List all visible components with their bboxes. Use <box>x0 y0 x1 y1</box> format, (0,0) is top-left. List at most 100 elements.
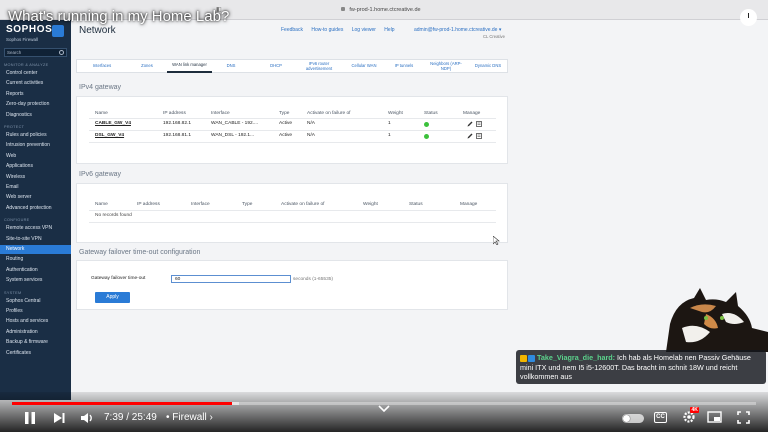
sidebar-item-site-to-site-vpn[interactable]: Site-to-site VPN <box>0 235 71 244</box>
tab-ipv6-router-advertisement[interactable]: IPv6 router advertisement <box>299 60 339 73</box>
sidebar-search-input[interactable]: Search <box>4 48 67 57</box>
tab-wan-link-manager[interactable]: WAN link manager <box>167 60 212 73</box>
edit-icon[interactable] <box>467 133 473 139</box>
next-icon[interactable] <box>52 411 66 425</box>
search-placeholder: Search <box>7 50 22 55</box>
empty-records: No records found <box>95 213 132 218</box>
sidebar-item-current-activities[interactable]: Current activities <box>0 79 71 88</box>
cell-weight: 1 <box>388 121 391 126</box>
sidebar-item-rules-and-policies[interactable]: Rules and policies <box>0 131 71 140</box>
tab-dns[interactable]: DNS <box>217 60 245 73</box>
sidebar-item-administration[interactable]: Administration <box>0 328 71 337</box>
autoplay-toggle[interactable] <box>622 414 644 423</box>
sidebar-item-wireless[interactable]: Wireless <box>0 173 71 182</box>
column-header[interactable]: Manage <box>463 111 480 116</box>
help-link[interactable]: Help <box>384 27 394 33</box>
sidebar-item-web-server[interactable]: Web server <box>0 193 71 202</box>
column-header[interactable]: Name <box>95 111 108 116</box>
chapter-title[interactable]: • Firewall › <box>166 412 213 423</box>
sidebar-item-certificates[interactable]: Certificates <box>0 349 71 358</box>
sidebar-item-profiles[interactable]: Profiles <box>0 307 71 316</box>
sidebar-item-remote-access-vpn[interactable]: Remote access VPN <box>0 224 71 233</box>
ipv6-gateway-panel: No records found Name IP address Interface… <box>76 183 508 243</box>
sidebar-item-intrusion-prevention[interactable]: Intrusion prevention <box>0 141 71 150</box>
sidebar-item-network[interactable]: Network <box>0 245 71 254</box>
video-title[interactable]: What's running in my Home Lab? <box>8 8 229 25</box>
sidebar: SOPHOS Sophos Firewall Search MONITOR & … <box>0 20 71 400</box>
fullscreen-icon[interactable] <box>737 411 750 424</box>
cell-ip: 192.168.82.1 <box>163 121 192 126</box>
cell-name[interactable]: CABLE_GW_V4 <box>95 121 131 126</box>
cell-name[interactable]: DSL_GW_V4 <box>95 133 124 138</box>
column-header[interactable]: Type <box>279 111 289 116</box>
tab-interfaces[interactable]: Interfaces <box>82 60 122 73</box>
column-header[interactable]: Name <box>95 202 108 207</box>
pause-icon[interactable] <box>22 410 38 426</box>
sidebar-item-email[interactable]: Email <box>0 183 71 192</box>
column-header[interactable]: Weight <box>388 111 403 116</box>
watch-later-icon[interactable] <box>740 9 757 26</box>
verified-badge-icon <box>528 354 535 362</box>
tab-dhcp[interactable]: DHCP <box>262 60 290 73</box>
sidebar-item-zero-day-protection[interactable]: Zero-day protection <box>0 100 71 109</box>
sidebar-item-routing[interactable]: Routing <box>0 255 71 264</box>
player-controls: 7:39 / 25:49 • Firewall › CC 4K <box>0 392 768 432</box>
row-divider <box>89 222 496 223</box>
sidebar-item-sophos-central[interactable]: Sophos Central <box>0 297 71 306</box>
column-header[interactable]: Weight <box>363 202 378 207</box>
page-title: Network <box>79 25 116 36</box>
sidebar-item-authentication[interactable]: Authentication <box>0 266 71 275</box>
column-header[interactable]: Manage <box>460 202 477 207</box>
subtitles-icon[interactable]: CC <box>654 412 667 423</box>
chat-username: Take_Viagra_die_hard: <box>537 353 616 362</box>
column-header[interactable]: Activate on failure of <box>307 111 350 116</box>
details-icon[interactable] <box>476 133 482 139</box>
log-viewer-link[interactable]: Log viewer <box>352 27 376 33</box>
quality-badge: 4K <box>690 407 700 413</box>
user-menu[interactable]: admin@fw-prod-1.home.ctcreative.de ▾ <box>414 27 501 33</box>
column-header[interactable]: Status <box>409 202 423 207</box>
column-header[interactable]: Interface <box>191 202 210 207</box>
nav-group-heading: CONFIGURE <box>4 218 30 223</box>
column-header[interactable]: IP address <box>137 202 160 207</box>
sidebar-item-control-center[interactable]: Control center <box>0 69 71 78</box>
address-bar[interactable]: fw-prod-1.home.ctcreative.de <box>300 4 470 16</box>
column-header[interactable]: Status <box>424 111 438 116</box>
sidebar-item-applications[interactable]: Applications <box>0 162 71 171</box>
tab-dynamic-dns[interactable]: Dynamic DNS <box>469 60 507 73</box>
failover-timeout-input[interactable] <box>171 275 291 283</box>
tab-cellular-wan[interactable]: Cellular WAN <box>345 60 383 73</box>
column-header[interactable]: IP address <box>163 111 186 116</box>
edit-icon[interactable] <box>467 121 473 127</box>
sidebar-item-web[interactable]: Web <box>0 152 71 161</box>
cell-type: Active <box>279 121 293 126</box>
progress-played <box>12 402 233 405</box>
tab-neighbors-arp-ndp[interactable]: Neighbors (ARP-NDP) <box>427 60 465 73</box>
sidebar-item-advanced-protection[interactable]: Advanced protection <box>0 204 71 213</box>
sophos-logo-icon <box>52 25 64 37</box>
how-to-guides-link[interactable]: How-to guides <box>311 27 343 33</box>
video-frame[interactable]: ◧ fw-prod-1.home.ctcreative.de SOPHOS So… <box>0 0 768 432</box>
apply-button[interactable]: Apply <box>95 292 130 303</box>
sidebar-item-reports[interactable]: Reports <box>0 90 71 99</box>
column-header[interactable]: Interface <box>211 111 230 116</box>
tab-ip-tunnels[interactable]: IP tunnels <box>389 60 419 73</box>
miniplayer-icon[interactable] <box>707 411 722 423</box>
brand-logo: SOPHOS <box>6 24 53 35</box>
column-header[interactable]: Type <box>242 202 252 207</box>
cell-type: Active <box>279 133 293 138</box>
sidebar-item-diagnostics[interactable]: Diagnostics <box>0 111 71 120</box>
cell-interface: WAN_DSL - 192.1... <box>211 133 255 138</box>
ipv4-gateway-panel: Name IP address Interface Type Activate on f… <box>76 96 508 164</box>
sidebar-item-system-services[interactable]: System services <box>0 276 71 285</box>
tab-zones[interactable]: Zones <box>132 60 162 73</box>
details-icon[interactable] <box>476 121 482 127</box>
sidebar-item-hosts-and-services[interactable]: Hosts and services <box>0 317 71 326</box>
top-nav: Feedback How-to guides Log viewer Help <box>281 27 402 33</box>
chevron-down-icon[interactable] <box>378 404 390 414</box>
sidebar-item-backup-firmware[interactable]: Backup & firmware <box>0 338 71 347</box>
volume-icon[interactable] <box>80 411 94 425</box>
column-header[interactable]: Activate on failure of <box>281 202 324 207</box>
mouse-cursor-icon <box>493 236 500 245</box>
feedback-link[interactable]: Feedback <box>281 27 303 33</box>
